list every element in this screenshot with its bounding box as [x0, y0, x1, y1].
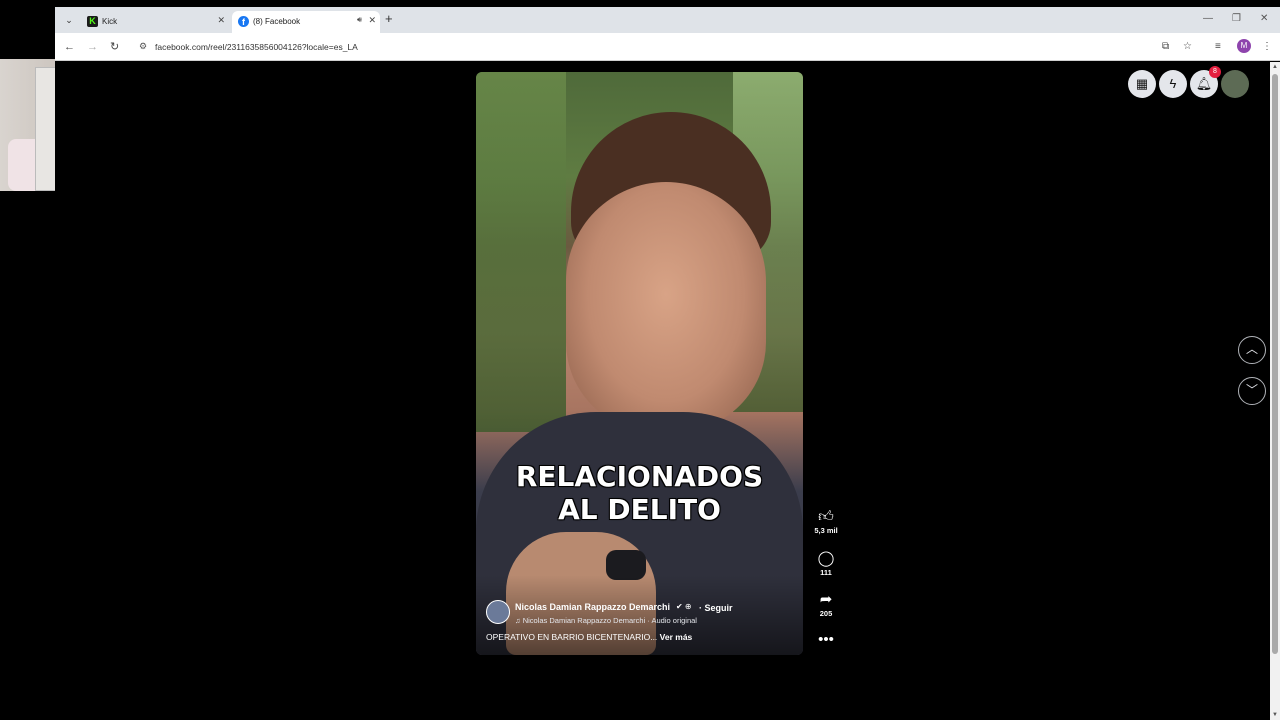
page-scrollbar[interactable]: ▲ ▼ — [1270, 62, 1280, 720]
tab-facebook[interactable]: f (8) Facebook 🔊︎ ✕ — [232, 11, 380, 33]
audio-source[interactable]: ♫ Nicolas Damian Rappazzo Demarchi · Aud… — [515, 616, 697, 625]
account-avatar[interactable] — [1221, 70, 1249, 98]
like-count: 5,3 mil — [814, 526, 838, 535]
scrollbar-thumb[interactable] — [1272, 74, 1278, 654]
scroll-up-icon[interactable]: ▲ — [1272, 64, 1278, 70]
install-app-icon[interactable]: ⧉ — [1162, 40, 1169, 54]
profile-avatar[interactable]: M — [1237, 39, 1251, 53]
minimize-icon[interactable]: — — [1203, 13, 1213, 24]
chevron-down-icon: ﹀ — [1245, 383, 1258, 397]
facebook-header-icons: ▦ ϟ 🔔︎ 8 — [1128, 66, 1258, 100]
more-dots-icon[interactable]: ••• — [812, 632, 840, 648]
previous-reel-button[interactable]: ︿ — [1238, 336, 1266, 364]
window-close-icon[interactable]: ✕ — [1260, 13, 1268, 24]
browser-window: ⌄ K Kick ✕ f (8) Facebook 🔊︎ ✕ + — ❐ ✕ ←… — [55, 7, 1280, 720]
screen: ⌄ K Kick ✕ f (8) Facebook 🔊︎ ✕ + — ❐ ✕ ←… — [0, 0, 1280, 720]
notifications-bell-icon[interactable]: 🔔︎ 8 — [1190, 66, 1221, 98]
reload-icon[interactable]: ↻ — [110, 40, 119, 54]
description-text: OPERATIVO EN BARRIO BICENTENARIO... — [486, 632, 658, 642]
comment-icon[interactable]: ◯ — [812, 551, 840, 567]
reel-description: OPERATIVO EN BARRIO BICENTENARIO... Ver … — [486, 632, 692, 642]
comment-count: 111 — [820, 568, 832, 577]
menu-grid-icon[interactable]: ▦ — [1128, 70, 1156, 98]
scroll-down-icon[interactable]: ▼ — [1272, 712, 1278, 718]
address-bar[interactable]: ⚙ facebook.com/reel/2311635856004126?loc… — [133, 37, 1153, 57]
more-options-action[interactable]: ••• — [812, 632, 840, 648]
speaker-icon[interactable]: 🔊︎ — [357, 15, 362, 25]
video-caption: RELACIONADOS AL DELITO — [476, 460, 803, 526]
like-action[interactable]: 👍︎ 5,3 mil — [812, 509, 840, 536]
share-action[interactable]: ➦ 205 — [812, 592, 840, 619]
tab-search-icon[interactable]: ⌄ — [61, 12, 77, 28]
see-more-link[interactable]: Ver más — [660, 632, 693, 642]
close-icon[interactable]: ✕ — [217, 15, 225, 26]
next-reel-button[interactable]: ﹀ — [1238, 377, 1266, 405]
close-icon[interactable]: ✕ — [368, 15, 376, 26]
caption-line-1: RELACIONADOS — [515, 460, 764, 493]
menu-kebab-icon[interactable]: ⋮ — [1262, 40, 1272, 54]
video-foliage-left — [476, 72, 566, 432]
reel-author: Nicolas Damian Rappazzo Demarchi ✔ ⊕ · S… — [486, 600, 796, 626]
thumbs-up-icon[interactable]: 👍︎ — [812, 509, 840, 525]
browser-toolbar: ← → ↻ ⚙ facebook.com/reel/23116358560041… — [55, 33, 1280, 61]
share-count: 205 — [819, 609, 833, 618]
follow-button[interactable]: · Seguir — [699, 603, 733, 613]
author-avatar[interactable] — [486, 600, 510, 624]
video-subject-face — [566, 182, 766, 432]
restore-icon[interactable]: ❐ — [1232, 13, 1241, 24]
chevron-up-icon: ︿ — [1245, 342, 1258, 356]
reel-video[interactable]: RELACIONADOS AL DELITO Nicolas Damian Ra… — [476, 72, 803, 655]
site-info-icon[interactable]: ⚙ — [139, 41, 147, 52]
back-arrow-icon[interactable]: ← — [64, 40, 75, 54]
verified-badge-icon: ✔ ⊕ — [676, 602, 692, 611]
url-text[interactable]: facebook.com/reel/2311635856004126?local… — [155, 42, 358, 52]
kick-logo-icon: K — [87, 16, 98, 27]
comment-action[interactable]: ◯ 111 — [812, 551, 840, 578]
tab-title: Kick — [102, 17, 118, 26]
new-tab-button[interactable]: + — [385, 12, 393, 26]
bookmark-star-icon[interactable]: ☆ — [1183, 40, 1192, 54]
tab-kick[interactable]: K Kick ✕ — [81, 11, 229, 33]
messenger-icon[interactable]: ϟ — [1159, 70, 1187, 98]
notification-badge: 8 — [1209, 66, 1221, 78]
media-control-icon[interactable]: ≡ — [1215, 40, 1221, 54]
forward-arrow-icon[interactable]: → — [87, 40, 98, 54]
tab-title: (8) Facebook — [253, 17, 301, 26]
facebook-logo-icon: f — [238, 16, 249, 27]
caption-line-2: AL DELITO — [558, 493, 721, 526]
author-name[interactable]: Nicolas Damian Rappazzo Demarchi — [515, 602, 670, 612]
tab-strip: ⌄ K Kick ✕ f (8) Facebook 🔊︎ ✕ + — ❐ ✕ — [55, 7, 1280, 33]
facebook-reel-page: ▦ ϟ 🔔︎ 8 RELACIONADOS AL DELITO Nicolas … — [55, 62, 1280, 720]
share-arrow-icon[interactable]: ➦ — [812, 592, 840, 608]
